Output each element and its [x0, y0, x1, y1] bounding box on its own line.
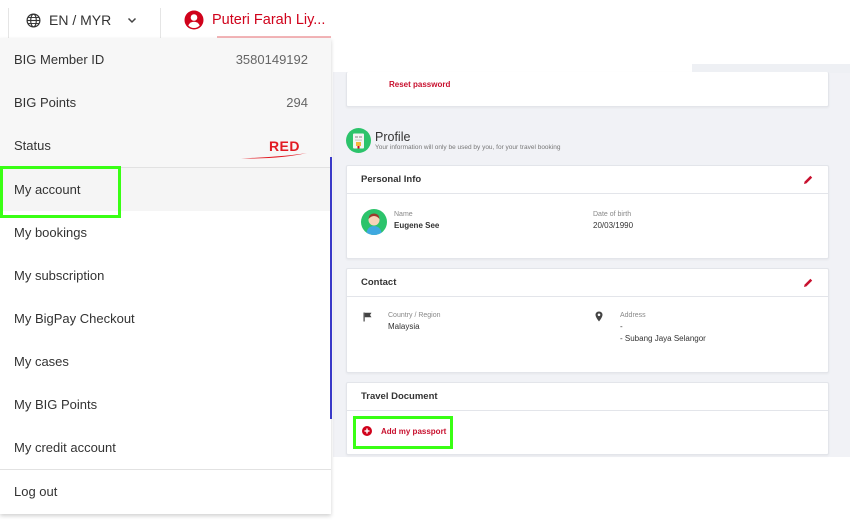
- menu-item-label: My BIG Points: [14, 397, 98, 412]
- chevron-down-icon: [128, 17, 137, 23]
- user-menu-button[interactable]: Puteri Farah Liy...: [184, 10, 325, 30]
- logout-label: Log out: [14, 483, 58, 499]
- menu-item-my-credit-account[interactable]: My credit account: [0, 426, 331, 469]
- plus-circle-icon: [362, 426, 372, 436]
- member-id-label: BIG Member ID: [14, 52, 105, 67]
- language-currency-selector[interactable]: EN / MYR: [26, 12, 137, 28]
- name-value: Eugene See: [394, 221, 440, 230]
- language-currency-label: EN / MYR: [49, 12, 112, 28]
- add-passport-button[interactable]: Add my passport: [362, 426, 446, 436]
- big-points-value: 294: [286, 95, 308, 110]
- reset-password-link[interactable]: Reset password: [389, 80, 450, 89]
- globe-icon: [26, 13, 41, 27]
- menu-item-my-subscription[interactable]: My subscription: [0, 254, 331, 297]
- pencil-edit-icon[interactable]: [802, 277, 814, 289]
- profile-section-header: Profile Your information will only be us…: [346, 128, 560, 153]
- menu-item-label: My bookings: [14, 225, 87, 240]
- header-divider: [8, 8, 9, 38]
- name-label: Name: [394, 211, 413, 218]
- address-label: Address: [620, 312, 646, 319]
- menu-item-label: My credit account: [14, 440, 116, 455]
- big-points-row: BIG Points 294: [0, 81, 331, 124]
- big-points-label: BIG Points: [14, 95, 77, 110]
- menu-item-my-account[interactable]: My account: [0, 168, 331, 211]
- profile-document-icon: [346, 128, 371, 153]
- logout-button[interactable]: Log out: [0, 469, 331, 512]
- status-badge: RED: [241, 138, 308, 159]
- menu-item-my-big-points[interactable]: My BIG Points: [0, 383, 331, 426]
- address-line-2: - Subang Jaya Selangor: [620, 334, 706, 343]
- personal-info-card: Personal Info Name Eugene See Date of bi…: [346, 165, 829, 259]
- member-id-value: 3580149192: [235, 52, 308, 67]
- travel-document-card: Travel Document Add my passport: [346, 382, 829, 455]
- status-row: Status RED: [0, 124, 331, 167]
- member-id-row: BIG Member ID 3580149192: [0, 38, 331, 81]
- avatar: [361, 209, 387, 235]
- menu-item-label: My BigPay Checkout: [14, 311, 135, 326]
- personal-info-title: Personal Info: [361, 174, 422, 185]
- status-label: Status: [14, 138, 51, 153]
- dob-value: 20/03/1990: [593, 221, 634, 230]
- security-card: Reset password: [346, 72, 829, 107]
- top-bar: EN / MYR Puteri Farah Liy...: [0, 0, 340, 40]
- menu-item-label: My account: [14, 182, 81, 197]
- country-label: Country / Region: [388, 312, 441, 319]
- user-name: Puteri Farah Liy...: [212, 12, 326, 28]
- header-divider: [160, 8, 161, 38]
- profile-subtitle: Your information will only be used by yo…: [375, 144, 561, 151]
- menu-item-label: My cases: [14, 354, 69, 369]
- pencil-edit-icon[interactable]: [802, 174, 814, 186]
- menu-item-my-bigpay-checkout[interactable]: My BigPay Checkout: [0, 297, 331, 340]
- contact-card: Contact Country / Region Malaysia Addres…: [346, 268, 829, 373]
- user-circle-icon: [184, 10, 204, 30]
- add-passport-label: Add my passport: [381, 426, 447, 436]
- menu-item-label: My subscription: [14, 268, 105, 283]
- country-value: Malaysia: [388, 322, 420, 331]
- scrollbar[interactable]: [330, 157, 332, 419]
- address-line-1: -: [620, 322, 623, 331]
- travel-document-title: Travel Document: [361, 391, 438, 402]
- location-pin-icon: [595, 311, 603, 322]
- account-dropdown: BIG Member ID 3580149192 BIG Points 294 …: [0, 38, 331, 514]
- flag-icon: [363, 312, 372, 322]
- menu-item-my-bookings[interactable]: My bookings: [0, 211, 331, 254]
- dob-label: Date of birth: [593, 211, 632, 218]
- member-info-panel: BIG Member ID 3580149192 BIG Points 294 …: [0, 38, 331, 168]
- contact-title: Contact: [361, 277, 397, 288]
- menu-item-my-cases[interactable]: My cases: [0, 340, 331, 383]
- profile-title: Profile: [375, 130, 411, 144]
- status-swoosh-icon: [241, 152, 307, 159]
